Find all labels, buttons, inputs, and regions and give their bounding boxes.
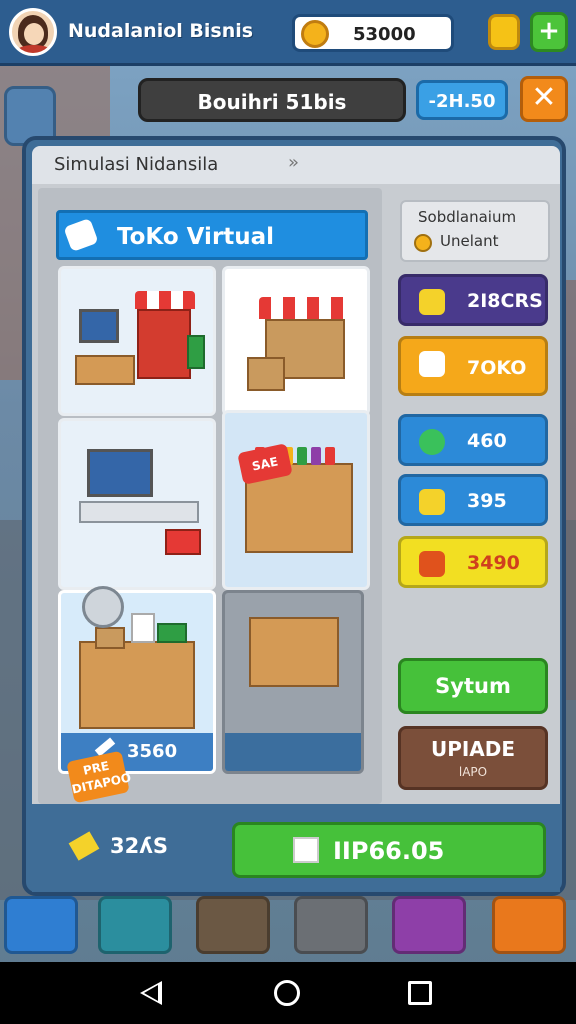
close-button[interactable]: ✕ (520, 76, 568, 122)
balance-value: -2H.50 (428, 91, 496, 112)
stat-thumb-value: 395 (467, 490, 507, 512)
dock-inventory-icon[interactable] (98, 896, 172, 954)
stat-thumb[interactable]: 395 (398, 474, 548, 526)
shop-item-awning-kiosk[interactable] (222, 266, 370, 416)
recent-apps-icon[interactable] (408, 981, 432, 1005)
stats-column: Sobdlanaium Unelant 2I8CRS 7OKO 460 395 (394, 192, 554, 802)
buy-button-label: IIP66.05 (333, 837, 445, 865)
balance-badge: -2H.50 (416, 80, 508, 120)
chevron-icon[interactable]: » (288, 152, 299, 173)
stat-flag[interactable]: 2I8CRS (398, 274, 548, 326)
stat-flame[interactable]: 3490 (398, 536, 548, 588)
magnify-icon[interactable] (82, 586, 124, 628)
panel-body: ToKo Virtual 3560 SAE PRE DITAPOO Sobdla… (32, 184, 560, 804)
avatar[interactable] (9, 8, 57, 56)
dock-map-icon[interactable] (196, 896, 270, 954)
tag-icon (63, 217, 99, 253)
dock-bag-icon[interactable] (392, 896, 466, 954)
top-bar: Nudalaniol Bisnis 53000 + (0, 0, 576, 66)
item-price: 3560 (127, 741, 178, 762)
stat-box-value: 7OKO (467, 357, 527, 379)
clock-icon (419, 429, 445, 455)
system-nav-bar (0, 962, 576, 1024)
pencil-icon (68, 831, 100, 861)
info-card: Sobdlanaium Unelant (400, 200, 550, 262)
panel-footer: 32ʎS IIP66.05 (32, 806, 560, 892)
shop-item-computer-workstation[interactable] (58, 418, 216, 590)
system-button[interactable]: Sytum (398, 658, 548, 714)
flame-icon (419, 551, 445, 577)
flag-icon (419, 289, 445, 315)
stat-clock[interactable]: 460 (398, 414, 548, 466)
business-name-bar: Bouihri 51bis (138, 78, 406, 122)
shop-area: ToKo Virtual 3560 SAE PRE DITAPOO (38, 188, 382, 804)
dock-shop-icon[interactable] (294, 896, 368, 954)
upgrade-button[interactable]: UPIADE lAPO (398, 726, 548, 790)
bottom-dock (0, 896, 576, 958)
system-button-label: Sytum (435, 674, 511, 698)
info-line-2: Unelant (440, 232, 499, 250)
upgrade-button-label: UPIADE (430, 737, 516, 761)
dock-tools-icon[interactable] (492, 896, 566, 954)
shop-title: ToKo Virtual (117, 224, 275, 250)
cube-icon (293, 837, 319, 863)
panel-header: Simulasi Nidansila » (32, 146, 560, 184)
dock-home-icon[interactable] (4, 896, 78, 954)
business-name: Bouihri 51bis (197, 90, 347, 114)
thumb-icon (419, 489, 445, 515)
app-title: Nudalaniol Bisnis (68, 20, 254, 42)
item-count: 32ʎS (110, 834, 169, 858)
stat-flame-value: 3490 (467, 552, 520, 574)
item-price-bar-empty (225, 733, 361, 771)
coin-value: 53000 (353, 24, 416, 45)
upgrade-button-sub: lAPO (458, 765, 488, 779)
box-icon (419, 351, 445, 377)
panel-title: Simulasi Nidansila (54, 154, 219, 175)
info-line-1: Sobdlanaium (418, 208, 517, 226)
coin-icon (414, 234, 432, 252)
buy-button[interactable]: IIP66.05 (232, 822, 546, 878)
shop-item-stocked-shelf[interactable]: 3560 (58, 590, 216, 774)
shop-item-market-stall[interactable] (58, 266, 216, 416)
back-icon[interactable] (140, 981, 162, 1005)
shop-item-wooden-shelf[interactable] (222, 410, 370, 590)
coin-counter: 53000 (292, 14, 454, 52)
simulation-panel: Simulasi Nidansila » ToKo Virtual 3560 S… (22, 136, 566, 896)
shop-title-bar: ToKo Virtual (56, 210, 368, 260)
coin-icon (301, 20, 329, 48)
home-icon[interactable] (274, 980, 300, 1006)
shop-item-cart-table[interactable] (222, 590, 364, 774)
stat-clock-value: 460 (467, 430, 507, 452)
stat-flag-value: 2I8CRS (467, 290, 543, 312)
add-currency-button[interactable]: + (530, 12, 568, 52)
gem-icon[interactable] (488, 14, 520, 50)
stat-box[interactable]: 7OKO (398, 336, 548, 396)
